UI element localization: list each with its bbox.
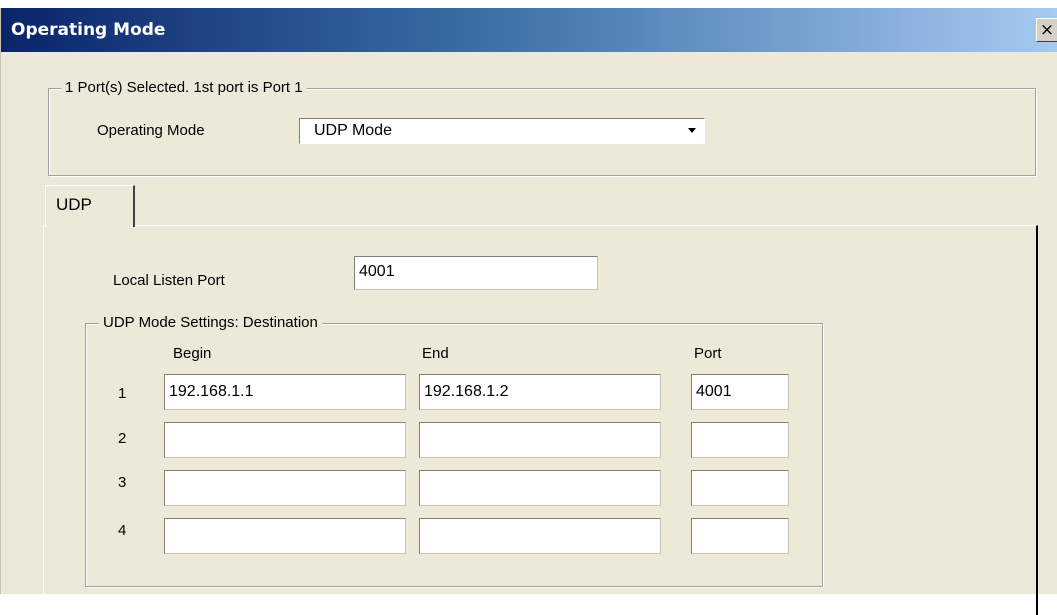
end-ip-input[interactable]: 192.168.1.2 — [419, 374, 661, 410]
begin-ip-input[interactable] — [164, 422, 406, 458]
row-index: 4 — [118, 522, 127, 539]
dest-port-input[interactable] — [691, 422, 789, 458]
row-index: 2 — [118, 430, 127, 447]
column-header-port: Port — [694, 345, 722, 362]
local-listen-port-label: Local Listen Port — [113, 272, 225, 289]
window-title: Operating Mode — [11, 20, 166, 40]
end-ip-input[interactable] — [419, 422, 661, 458]
begin-ip-input[interactable]: 192.168.1.1 — [164, 374, 406, 410]
column-header-begin: Begin — [173, 345, 212, 362]
port-selection-summary: 1 Port(s) Selected. 1st port is Port 1 — [61, 79, 307, 97]
title-bar[interactable]: Operating Mode × — [1, 8, 1057, 52]
column-header-end: End — [422, 345, 449, 362]
tab-udp[interactable]: UDP — [45, 185, 135, 227]
operating-mode-value: UDP Mode — [314, 122, 392, 139]
dest-port-input[interactable] — [691, 470, 789, 506]
close-icon: × — [1039, 20, 1055, 40]
close-button[interactable]: × — [1036, 18, 1057, 42]
row-index: 1 — [118, 385, 127, 402]
begin-ip-input[interactable] — [164, 470, 406, 506]
destination-group-label: UDP Mode Settings: Destination — [99, 314, 322, 332]
begin-ip-input[interactable] — [164, 518, 406, 554]
local-listen-port-input[interactable]: 4001 — [354, 256, 598, 290]
row-index: 3 — [118, 474, 127, 491]
end-ip-input[interactable] — [419, 470, 661, 506]
end-ip-input[interactable] — [419, 518, 661, 554]
operating-mode-select[interactable]: UDP Mode — [299, 118, 705, 144]
dest-port-input[interactable] — [691, 518, 789, 554]
dest-port-input[interactable]: 4001 — [691, 374, 789, 410]
tab-udp-label: UDP — [56, 195, 92, 214]
operating-mode-label: Operating Mode — [97, 122, 205, 139]
chevron-down-icon[interactable] — [688, 128, 696, 133]
operating-mode-dialog: Operating Mode × 1 Port(s) Selected. 1st… — [0, 8, 1057, 615]
